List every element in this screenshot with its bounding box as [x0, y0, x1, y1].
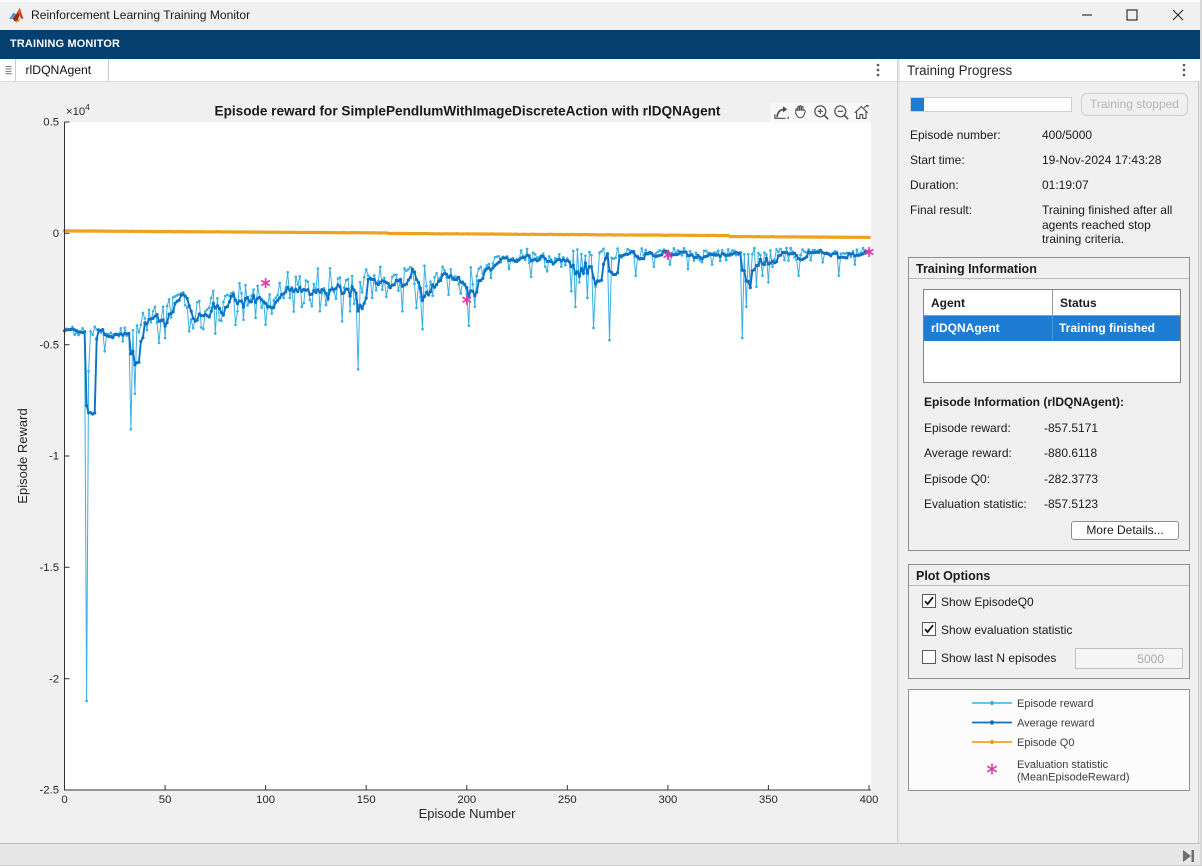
- svg-text:Episode Number: Episode Number: [419, 806, 516, 821]
- svg-text:0: 0: [53, 228, 59, 240]
- svg-text:150: 150: [357, 794, 376, 806]
- svg-text:-2: -2: [49, 673, 59, 685]
- svg-text:Evaluation statistic: Evaluation statistic: [1017, 759, 1109, 771]
- svg-text:Episode reward for SimplePendl: Episode reward for SimplePendlumWithImag…: [215, 104, 721, 119]
- svg-text:50: 50: [159, 794, 172, 806]
- svg-text:200: 200: [457, 794, 476, 806]
- svg-text:400: 400: [860, 794, 879, 806]
- svg-text:Episode Reward: Episode Reward: [15, 408, 30, 503]
- svg-text:250: 250: [558, 794, 577, 806]
- svg-text:Average reward: Average reward: [1017, 718, 1094, 730]
- svg-text:-0.5: -0.5: [40, 339, 59, 351]
- svg-text:0: 0: [61, 794, 67, 806]
- svg-text:100: 100: [256, 794, 275, 806]
- svg-text:-1.5: -1.5: [40, 562, 59, 574]
- svg-text:Episode Q0: Episode Q0: [1017, 737, 1074, 749]
- svg-text:0.5: 0.5: [43, 117, 59, 129]
- svg-text:-2.5: -2.5: [40, 785, 59, 797]
- svg-text:Episode reward: Episode reward: [1017, 698, 1093, 710]
- svg-text:-1: -1: [49, 451, 59, 463]
- svg-text:300: 300: [658, 794, 677, 806]
- svg-text:×104: ×104: [66, 102, 90, 118]
- svg-text:(MeanEpisodeReward): (MeanEpisodeReward): [1017, 772, 1130, 784]
- svg-text:350: 350: [759, 794, 778, 806]
